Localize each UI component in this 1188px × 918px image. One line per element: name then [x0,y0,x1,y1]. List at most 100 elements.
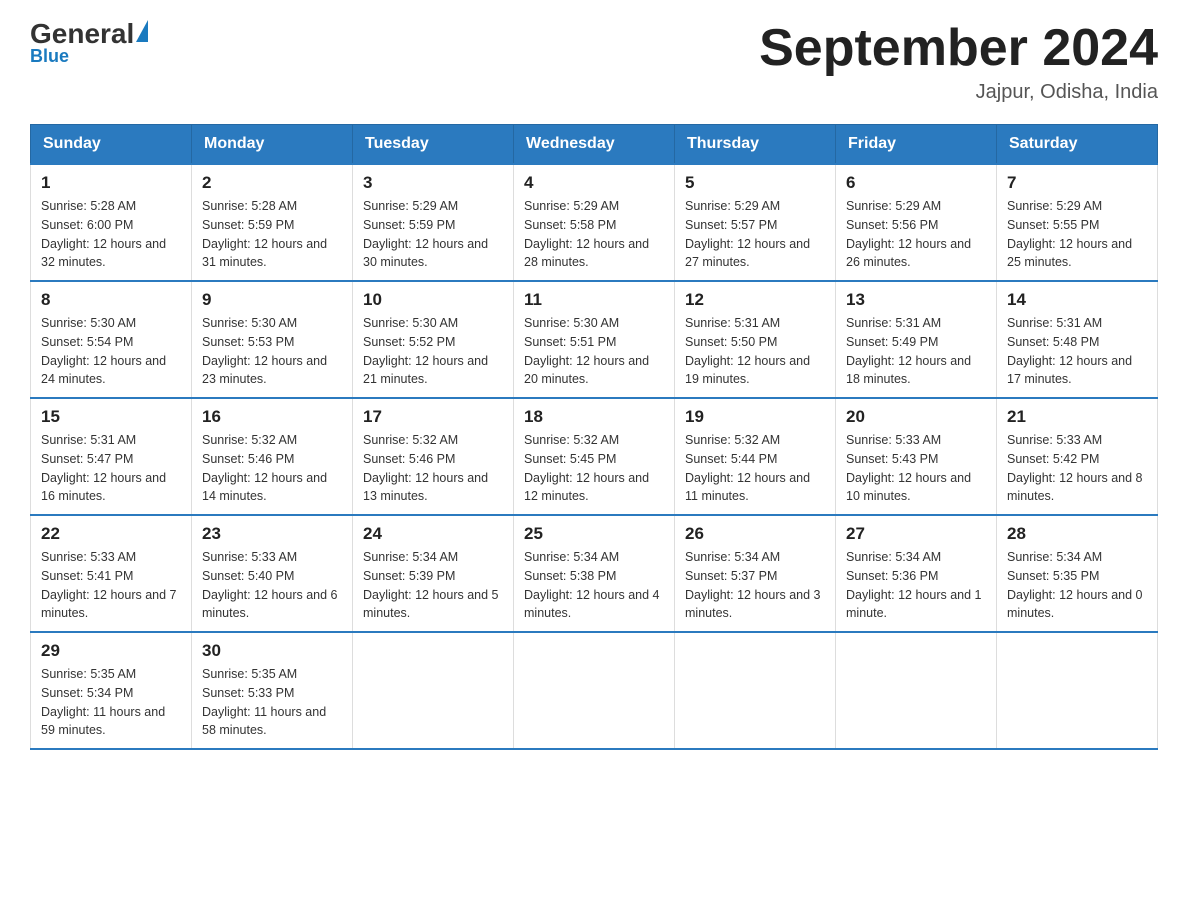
day-info: Sunrise: 5:32 AMSunset: 5:46 PMDaylight:… [202,431,342,506]
calendar-cell: 9Sunrise: 5:30 AMSunset: 5:53 PMDaylight… [192,281,353,398]
day-info: Sunrise: 5:29 AMSunset: 5:59 PMDaylight:… [363,197,503,272]
day-number: 2 [202,173,342,193]
calendar-cell: 18Sunrise: 5:32 AMSunset: 5:45 PMDayligh… [514,398,675,515]
day-info: Sunrise: 5:33 AMSunset: 5:43 PMDaylight:… [846,431,986,506]
calendar-cell: 7 Sunrise: 5:29 AMSunset: 5:55 PMDaylight… [997,164,1158,281]
calendar-cell [514,632,675,749]
calendar-cell: 6 Sunrise: 5:29 AMSunset: 5:56 PMDaylight… [836,164,997,281]
day-number: 13 [846,290,986,310]
day-number: 10 [363,290,503,310]
day-number: 12 [685,290,825,310]
calendar-cell: 10Sunrise: 5:30 AMSunset: 5:52 PMDayligh… [353,281,514,398]
logo-blue-text: Blue [30,46,148,67]
day-info: Sunrise: 5:31 AMSunset: 5:50 PMDaylight:… [685,314,825,389]
day-number: 16 [202,407,342,427]
day-number: 21 [1007,407,1147,427]
calendar-cell: 25Sunrise: 5:34 AMSunset: 5:38 PMDayligh… [514,515,675,632]
day-info: Sunrise: 5:31 AMSunset: 5:48 PMDaylight:… [1007,314,1147,389]
calendar-cell: 2 Sunrise: 5:28 AMSunset: 5:59 PMDaylight… [192,164,353,281]
day-number: 15 [41,407,181,427]
calendar-week-row-5: 29Sunrise: 5:35 AMSunset: 5:34 PMDayligh… [31,632,1158,749]
logo: General Blue [30,20,148,67]
calendar-cell [836,632,997,749]
calendar-week-row-4: 22 Sunrise: 5:33 AMSunset: 5:41 PMDayligh… [31,515,1158,632]
calendar-cell: 30 Sunrise: 5:35 AMSunset: 5:33 PMDayligh… [192,632,353,749]
day-number: 5 [685,173,825,193]
day-info: Sunrise: 5:29 AMSunset: 5:55 PMDaylight:… [1007,197,1147,272]
calendar-week-row-2: 8 Sunrise: 5:30 AMSunset: 5:54 PMDaylight… [31,281,1158,398]
day-info: Sunrise: 5:33 AMSunset: 5:41 PMDaylight:… [41,548,181,623]
day-number: 20 [846,407,986,427]
weekday-header-friday: Friday [836,125,997,165]
calendar-week-row-1: 1 Sunrise: 5:28 AMSunset: 6:00 PMDaylight… [31,164,1158,281]
month-title: September 2024 [759,20,1158,77]
day-number: 26 [685,524,825,544]
calendar-cell: 24Sunrise: 5:34 AMSunset: 5:39 PMDayligh… [353,515,514,632]
day-info: Sunrise: 5:34 AMSunset: 5:35 PMDaylight:… [1007,548,1147,623]
logo-general-text: General [30,20,134,48]
calendar-cell: 15 Sunrise: 5:31 AMSunset: 5:47 PMDayligh… [31,398,192,515]
weekday-header-thursday: Thursday [675,125,836,165]
day-info: Sunrise: 5:29 AMSunset: 5:56 PMDaylight:… [846,197,986,272]
calendar-cell [997,632,1158,749]
calendar-cell: 29Sunrise: 5:35 AMSunset: 5:34 PMDayligh… [31,632,192,749]
calendar-cell: 20 Sunrise: 5:33 AMSunset: 5:43 PMDayligh… [836,398,997,515]
day-info: Sunrise: 5:31 AMSunset: 5:49 PMDaylight:… [846,314,986,389]
logo-triangle-icon [136,20,148,42]
calendar-cell: 3 Sunrise: 5:29 AMSunset: 5:59 PMDaylight… [353,164,514,281]
calendar-week-row-3: 15 Sunrise: 5:31 AMSunset: 5:47 PMDayligh… [31,398,1158,515]
day-number: 7 [1007,173,1147,193]
day-number: 1 [41,173,181,193]
calendar-cell: 19Sunrise: 5:32 AMSunset: 5:44 PMDayligh… [675,398,836,515]
calendar-cell: 21 Sunrise: 5:33 AMSunset: 5:42 PMDayligh… [997,398,1158,515]
calendar-cell: 12 Sunrise: 5:31 AMSunset: 5:50 PMDayligh… [675,281,836,398]
day-info: Sunrise: 5:35 AMSunset: 5:34 PMDaylight:… [41,665,181,740]
day-number: 3 [363,173,503,193]
day-info: Sunrise: 5:29 AMSunset: 5:57 PMDaylight:… [685,197,825,272]
day-number: 17 [363,407,503,427]
calendar-cell: 23Sunrise: 5:33 AMSunset: 5:40 PMDayligh… [192,515,353,632]
calendar-cell: 11Sunrise: 5:30 AMSunset: 5:51 PMDayligh… [514,281,675,398]
day-number: 24 [363,524,503,544]
day-info: Sunrise: 5:32 AMSunset: 5:44 PMDaylight:… [685,431,825,506]
day-info: Sunrise: 5:32 AMSunset: 5:45 PMDaylight:… [524,431,664,506]
weekday-header-sunday: Sunday [31,125,192,165]
title-area: September 2024 Jajpur, Odisha, India [759,20,1158,104]
day-info: Sunrise: 5:34 AMSunset: 5:38 PMDaylight:… [524,548,664,623]
day-number: 28 [1007,524,1147,544]
day-info: Sunrise: 5:30 AMSunset: 5:51 PMDaylight:… [524,314,664,389]
day-info: Sunrise: 5:28 AMSunset: 5:59 PMDaylight:… [202,197,342,272]
day-info: Sunrise: 5:33 AMSunset: 5:40 PMDaylight:… [202,548,342,623]
weekday-header-tuesday: Tuesday [353,125,514,165]
calendar-cell [353,632,514,749]
weekday-header-saturday: Saturday [997,125,1158,165]
day-number: 6 [846,173,986,193]
day-info: Sunrise: 5:31 AMSunset: 5:47 PMDaylight:… [41,431,181,506]
day-info: Sunrise: 5:28 AMSunset: 6:00 PMDaylight:… [41,197,181,272]
calendar-cell: 17Sunrise: 5:32 AMSunset: 5:46 PMDayligh… [353,398,514,515]
calendar-cell: 4 Sunrise: 5:29 AMSunset: 5:58 PMDaylight… [514,164,675,281]
page-header: General Blue September 2024 Jajpur, Odis… [30,20,1158,104]
day-number: 22 [41,524,181,544]
day-number: 27 [846,524,986,544]
calendar-table: SundayMondayTuesdayWednesdayThursdayFrid… [30,124,1158,750]
calendar-cell: 26 Sunrise: 5:34 AMSunset: 5:37 PMDayligh… [675,515,836,632]
location-text: Jajpur, Odisha, India [759,81,1158,104]
calendar-cell: 5 Sunrise: 5:29 AMSunset: 5:57 PMDaylight… [675,164,836,281]
day-number: 8 [41,290,181,310]
calendar-cell: 28 Sunrise: 5:34 AMSunset: 5:35 PMDayligh… [997,515,1158,632]
day-info: Sunrise: 5:29 AMSunset: 5:58 PMDaylight:… [524,197,664,272]
day-info: Sunrise: 5:35 AMSunset: 5:33 PMDaylight:… [202,665,342,740]
day-number: 14 [1007,290,1147,310]
calendar-cell: 8 Sunrise: 5:30 AMSunset: 5:54 PMDaylight… [31,281,192,398]
weekday-header-row: SundayMondayTuesdayWednesdayThursdayFrid… [31,125,1158,165]
calendar-cell: 22 Sunrise: 5:33 AMSunset: 5:41 PMDayligh… [31,515,192,632]
calendar-cell: 16 Sunrise: 5:32 AMSunset: 5:46 PMDayligh… [192,398,353,515]
weekday-header-monday: Monday [192,125,353,165]
day-number: 30 [202,641,342,661]
day-info: Sunrise: 5:34 AMSunset: 5:37 PMDaylight:… [685,548,825,623]
day-info: Sunrise: 5:30 AMSunset: 5:53 PMDaylight:… [202,314,342,389]
day-info: Sunrise: 5:30 AMSunset: 5:54 PMDaylight:… [41,314,181,389]
day-info: Sunrise: 5:33 AMSunset: 5:42 PMDaylight:… [1007,431,1147,506]
day-number: 4 [524,173,664,193]
